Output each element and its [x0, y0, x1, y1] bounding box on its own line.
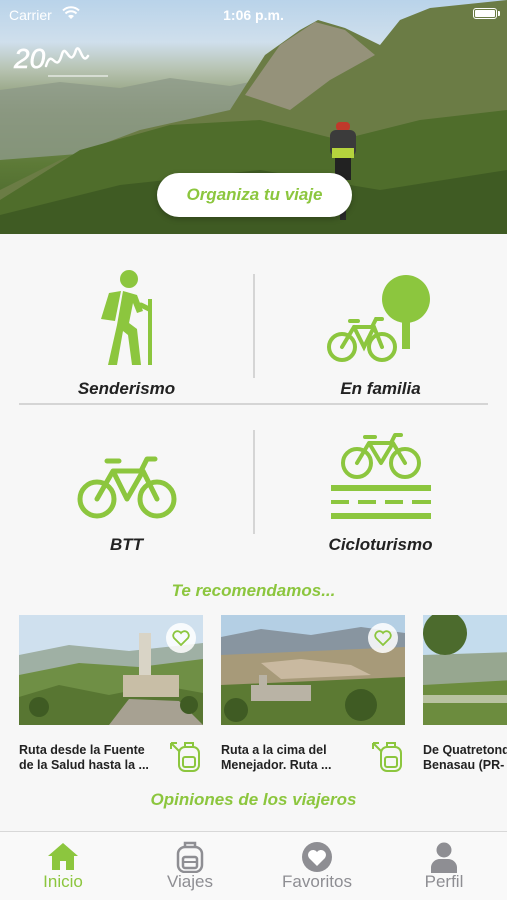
- hero-banner: Carrier 1:06 p.m. 20 Organiza tu viaje: [0, 0, 507, 234]
- tab-inicio[interactable]: Inicio: [0, 832, 126, 900]
- category-en-familia[interactable]: En familia: [254, 255, 507, 405]
- tab-viajes[interactable]: Viajes: [127, 832, 253, 900]
- person-icon: [431, 842, 457, 873]
- opinions-title: Opiniones de los viajeros: [150, 790, 357, 809]
- tab-perfil[interactable]: Perfil: [381, 832, 507, 900]
- brand-logo: 20: [13, 43, 108, 77]
- heart-icon: [302, 842, 332, 872]
- tab-favoritos[interactable]: Favoritos: [254, 832, 380, 900]
- status-time: 1:06 p.m.: [223, 7, 284, 23]
- mountain-bike-icon: [77, 456, 176, 519]
- battery-tip: [498, 11, 500, 16]
- organize-trip-button[interactable]: Organiza tu viaje: [157, 173, 352, 217]
- category-label: BTT: [109, 535, 144, 554]
- svg-text:20: 20: [13, 43, 46, 74]
- family-bike-tree-icon: [326, 275, 430, 362]
- divider-vertical: [253, 274, 255, 378]
- battery-icon: [473, 8, 497, 19]
- route-card[interactable]: Ruta desde la Fuente de la Salud hasta l…: [19, 615, 203, 775]
- route-title: Ruta a la cima del Menejador. Ruta ...: [221, 743, 332, 772]
- category-label: Senderismo: [77, 379, 176, 398]
- tab-bar: Inicio Viajes Favoritos Perfil: [0, 831, 507, 900]
- add-to-trip-icon[interactable]: [371, 741, 405, 773]
- heart-outline-icon: [374, 630, 392, 646]
- favorite-button[interactable]: [166, 623, 196, 653]
- heart-outline-icon: [172, 630, 190, 646]
- tab-label: Viajes: [167, 872, 213, 891]
- favorite-button[interactable]: [368, 623, 398, 653]
- recommended-title: Te recomendamos...: [171, 581, 336, 600]
- divider-vertical: [253, 430, 255, 534]
- home-icon: [48, 843, 78, 870]
- tab-label: Perfil: [424, 872, 464, 891]
- add-to-trip-icon[interactable]: [169, 741, 203, 773]
- backpack-icon: [176, 841, 204, 873]
- road-bike-icon: [330, 433, 431, 519]
- route-photo: [423, 615, 507, 725]
- route-card[interactable]: Ruta a la cima del Menejador. Ruta ...: [221, 615, 405, 775]
- route-title: Ruta desde la Fuente de la Salud hasta l…: [19, 743, 149, 772]
- tab-label: Inicio: [43, 872, 83, 891]
- category-label: Cicloturismo: [328, 535, 433, 554]
- category-btt[interactable]: BTT: [0, 411, 253, 561]
- route-title: De Quatretonda Benasau (PR-: [423, 743, 507, 772]
- tab-label: Favoritos: [282, 872, 352, 891]
- hiker-icon: [100, 270, 152, 365]
- category-label: En familia: [340, 379, 421, 398]
- category-cicloturismo[interactable]: Cicloturismo: [254, 411, 507, 561]
- category-senderismo[interactable]: Senderismo: [0, 255, 253, 405]
- status-bar: Carrier 1:06 p.m.: [0, 0, 507, 28]
- divider-horizontal: [19, 403, 488, 405]
- route-card[interactable]: De Quatretonda Benasau (PR-: [423, 615, 507, 775]
